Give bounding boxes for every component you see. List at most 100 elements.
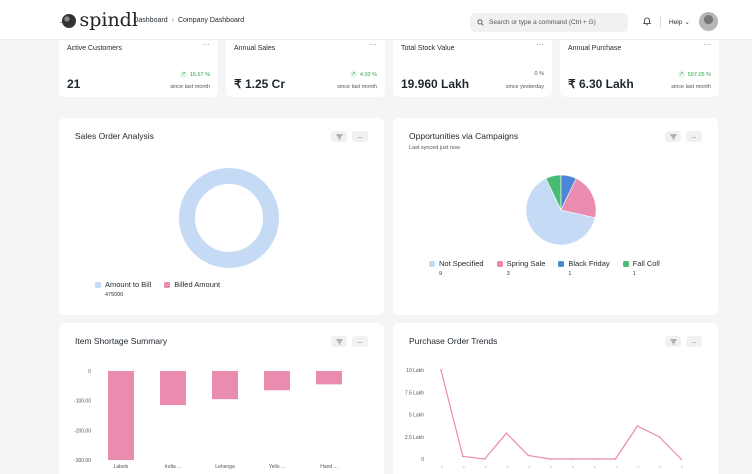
x-tick-label: Labels	[114, 464, 129, 470]
number-card-annual-sales[interactable]: Annual Sales ... ₹ 1.25 Cr ↗ 4.03 % since…	[226, 40, 385, 97]
bar-hand[interactable]	[316, 371, 342, 385]
purchase-trend-line[interactable]	[440, 369, 682, 460]
opportunities-card: Opportunities via Campaigns Last synced …	[393, 118, 718, 315]
number-card-active-customers[interactable]: Active Customers ... 21 ↗ 16.67 % since l…	[59, 40, 218, 97]
navbar-divider	[660, 16, 661, 28]
breadcrumb: › Dashboard › Company Dashboard	[127, 17, 244, 24]
search-input[interactable]	[489, 19, 619, 26]
chevron-right-icon: ›	[127, 17, 130, 24]
sales-order-analysis-card: Sales Order Analysis ... Amount to Bill 4…	[59, 118, 384, 315]
y-tick-label: 10 Lakh	[406, 368, 424, 374]
purchase-trends-line-chart: 0 2.5 Lakh 5 Lakh 7.5 Lakh 10 Lakh	[405, 368, 683, 468]
number-card-since: since yesterday	[505, 84, 544, 90]
filter-button[interactable]	[331, 131, 347, 142]
line-point[interactable]	[680, 458, 682, 460]
opportunities-legend-spring-sale[interactable]: Spring Sale 3	[496, 259, 546, 277]
sales-order-donut-chart	[179, 168, 279, 268]
bar-india[interactable]	[160, 371, 186, 406]
notification-bell-icon[interactable]	[643, 17, 651, 26]
number-card-value: ₹ 1.25 Cr	[234, 77, 285, 91]
bar-lehenga[interactable]	[212, 371, 238, 400]
y-tick-label: -200.00	[74, 428, 91, 434]
x-tick-label: India ...	[165, 464, 181, 470]
number-card-label: Annual Purchase	[568, 45, 622, 52]
y-tick-label: 7.5 Lakh	[405, 390, 424, 396]
card-menu-button[interactable]: ...	[686, 131, 702, 142]
opportunities-pie-chart	[525, 174, 597, 246]
x-tick-label: Lehenga	[215, 464, 235, 470]
line-point[interactable]	[527, 454, 530, 457]
item-shortage-bar-chart: 0 -100.00 -200.00 -300.00 Labels India ... Leh…	[74, 369, 342, 470]
legend-swatch	[95, 281, 101, 288]
card-menu-button[interactable]: ...	[203, 40, 210, 47]
card-menu-button[interactable]: ...	[352, 131, 368, 142]
card-subtitle: Last synced just now	[409, 145, 461, 151]
filter-icon	[670, 134, 676, 139]
x-tick-label: Hand ...	[320, 464, 338, 470]
number-card-label: Annual Sales	[234, 45, 276, 52]
top-navbar: .. spindl › Dashboard › Company Dashboar…	[0, 0, 752, 40]
legend-swatch	[558, 260, 565, 267]
line-point[interactable]	[483, 458, 486, 460]
trend-up-icon: ↗	[349, 71, 357, 78]
y-tick-label: 5 Lakh	[409, 413, 424, 419]
legend-swatch	[496, 260, 503, 267]
y-tick-label: 0	[421, 457, 424, 463]
donut-slice-amount-to-bill[interactable]	[179, 168, 279, 268]
bar-labels[interactable]	[108, 371, 134, 460]
line-point[interactable]	[614, 458, 617, 460]
sales-order-legend-billed-amount[interactable]: Billed Amount	[164, 280, 220, 298]
opportunities-legend-not-specified[interactable]: Not Specified 9	[429, 259, 484, 277]
help-label: Help	[669, 18, 683, 26]
user-avatar[interactable]	[699, 12, 718, 31]
legend-value: 9	[439, 271, 443, 277]
trend-up-icon: ↗	[677, 71, 685, 78]
x-tick-label: Yello ...	[269, 464, 285, 470]
number-card-change: ↗ 16.67 %	[179, 71, 210, 78]
number-card-change: ↗ 4.03 %	[349, 71, 377, 78]
card-menu-button[interactable]: ...	[704, 40, 711, 47]
card-title: Sales Order Analysis	[75, 131, 154, 141]
help-dropdown[interactable]: Help ⌄	[669, 18, 690, 27]
legend-swatch	[622, 260, 629, 267]
purchase-trends-card: Purchase Order Trends ... 0 2.5 Lakh 5 Lak…	[393, 323, 718, 474]
opportunities-legend-fall-coll[interactable]: Fall Coll 1	[622, 259, 660, 277]
number-card-annual-purchase[interactable]: Annual Purchase ... ₹ 6.30 Lakh ↗ 597.05 …	[560, 40, 719, 97]
number-card-change: 0 %	[534, 71, 544, 77]
legend-swatch	[429, 260, 435, 267]
line-point[interactable]	[592, 458, 595, 460]
line-point[interactable]	[571, 458, 573, 460]
legend-label: Spring Sale	[506, 259, 546, 268]
line-point[interactable]	[505, 432, 508, 435]
number-card-label: Active Customers	[67, 45, 122, 52]
line-point[interactable]	[461, 455, 464, 458]
legend-swatch	[164, 281, 171, 288]
line-point[interactable]	[440, 369, 442, 371]
number-card-since: since last month	[671, 84, 711, 90]
filter-icon	[336, 134, 342, 139]
line-point[interactable]	[549, 458, 551, 460]
breadcrumb-dashboard[interactable]: Dashboard	[133, 17, 167, 24]
sales-order-legend-amount-to-bill[interactable]: Amount to Bill 475000	[95, 280, 151, 298]
number-card-label: Total Stock Value	[401, 45, 455, 52]
card-menu-button[interactable]: ...	[537, 40, 544, 47]
card-menu-button[interactable]: ...	[370, 40, 377, 47]
sales-order-legend: Amount to Bill 475000 Billed Amount	[95, 280, 233, 298]
bar-yello[interactable]	[264, 371, 290, 391]
chevron-down-icon: ⌄	[684, 19, 690, 26]
number-card-since: since last month	[337, 84, 377, 90]
search-bar[interactable]	[470, 13, 628, 32]
number-card-total-stock-value[interactable]: Total Stock Value ... 19.960 Lakh 0 % si…	[393, 40, 552, 97]
line-point[interactable]	[658, 435, 661, 438]
filter-button[interactable]	[665, 131, 681, 142]
card-title: Opportunities via Campaigns	[409, 131, 519, 141]
opportunities-legend: Not Specified 9 Spring Sale 3 Black Friday 1 F…	[429, 259, 718, 277]
opportunities-legend-black-friday[interactable]: Black Friday 1	[558, 259, 610, 277]
breadcrumb-company-dashboard[interactable]: Company Dashboard	[178, 17, 244, 24]
legend-value: 1	[632, 271, 636, 277]
legend-value: 1	[568, 271, 572, 277]
y-tick-label: -300.00	[74, 458, 91, 464]
y-tick-label: 2.5 Lakh	[405, 435, 424, 441]
line-point[interactable]	[636, 425, 639, 427]
number-card-value: ₹ 6.30 Lakh	[568, 77, 634, 91]
